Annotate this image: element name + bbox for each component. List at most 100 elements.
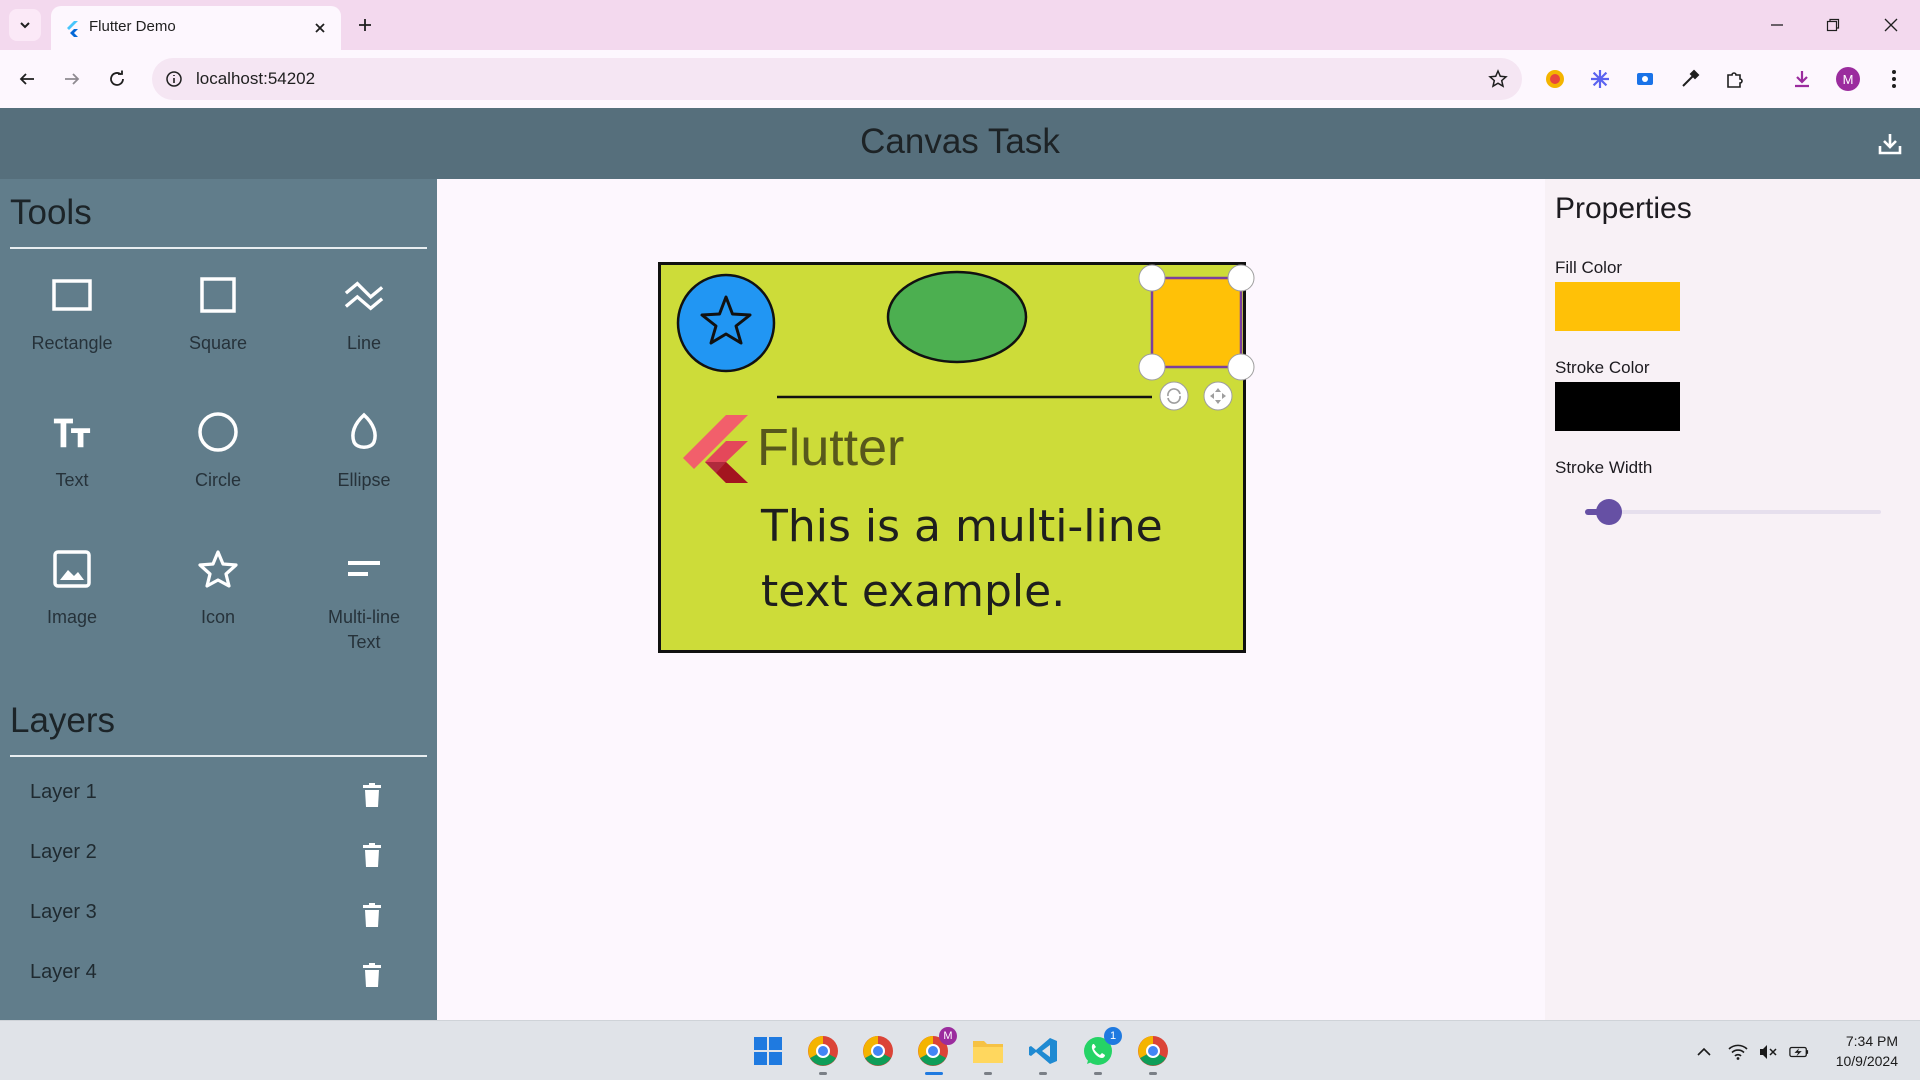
multiline-text-line-1[interactable]: This is a multi-line (761, 501, 1163, 552)
url-text[interactable]: localhost:54202 (196, 69, 315, 89)
address-bar[interactable]: localhost:54202 (152, 58, 1522, 100)
taskbar-chrome-3[interactable] (1135, 1033, 1171, 1069)
tool-label: Circle (194, 470, 241, 490)
drawing-canvas[interactable]: Flutter This is a multi-line text exampl… (658, 262, 1255, 653)
taskbar-chrome-active[interactable]: M (915, 1027, 957, 1069)
tool-text[interactable]: Text (12, 412, 132, 532)
layer-row[interactable]: Layer 2 (0, 825, 437, 885)
forward-button[interactable] (56, 63, 88, 95)
start-button[interactable] (750, 1033, 786, 1069)
tool-image[interactable]: Image (12, 549, 132, 669)
taskbar-chrome-1[interactable] (805, 1033, 841, 1069)
canvas-area[interactable]: Flutter This is a multi-line text exampl… (437, 179, 1545, 1020)
multiline-text-icon (344, 549, 384, 589)
tools-divider (10, 247, 427, 249)
layer-label: Layer 1 (30, 781, 97, 803)
tool-square[interactable]: Square (158, 275, 278, 395)
download-canvas-button[interactable] (1874, 128, 1906, 160)
volume-button[interactable] (1758, 1042, 1778, 1062)
wifi-button[interactable] (1728, 1042, 1748, 1062)
whatsapp-badge: 1 (1104, 1027, 1122, 1045)
selected-square-shape[interactable] (1150, 276, 1243, 369)
tool-circle[interactable]: Circle (158, 412, 278, 532)
close-window-button[interactable] (1868, 10, 1914, 40)
close-icon (315, 23, 325, 33)
system-clock[interactable]: 7:34 PM 10/9/2024 (1836, 1031, 1898, 1071)
minimize-button[interactable] (1754, 10, 1800, 40)
delete-layer-button[interactable] (358, 781, 386, 809)
bookmark-button[interactable] (1486, 67, 1510, 91)
tab-title: Flutter Demo (89, 18, 176, 35)
layer-label: Layer 2 (30, 841, 97, 863)
tab-search-button[interactable] (9, 9, 41, 41)
reload-button[interactable] (101, 63, 133, 95)
layer-row[interactable]: Layer 4 (0, 945, 437, 1005)
resize-handle-bottom-right[interactable] (1227, 353, 1255, 381)
ellipse-icon (344, 412, 384, 452)
tool-label: Ellipse (337, 470, 391, 490)
circle-shape[interactable] (676, 273, 776, 373)
move-handle[interactable] (1203, 381, 1233, 411)
extension-3-button[interactable] (1632, 66, 1658, 92)
circle-icon (198, 412, 238, 452)
taskbar-whatsapp[interactable]: 1 (1080, 1027, 1122, 1069)
flutter-logo-image[interactable] (683, 415, 748, 483)
layer-row[interactable]: Layer 3 (0, 885, 437, 945)
download-icon (1795, 71, 1809, 88)
stroke-width-slider-thumb[interactable] (1595, 499, 1622, 525)
vscode-icon (1029, 1038, 1057, 1064)
back-button[interactable] (11, 63, 43, 95)
stroke-width-slider-track[interactable] (1585, 510, 1881, 514)
stroke-color-swatch[interactable] (1555, 382, 1680, 431)
tool-multiline-text[interactable]: Multi-line Text (304, 549, 424, 669)
delete-layer-button[interactable] (358, 961, 386, 989)
tool-icon[interactable]: Icon (158, 549, 278, 669)
show-hidden-icons-button[interactable] (1694, 1042, 1714, 1062)
resize-handle-top-left[interactable] (1138, 264, 1166, 292)
ellipse-shape[interactable] (886, 270, 1028, 364)
resize-handle-top-right[interactable] (1227, 264, 1255, 292)
trash-icon (363, 903, 381, 927)
chevron-up-icon (1697, 1047, 1711, 1056)
taskbar-file-explorer[interactable] (970, 1033, 1006, 1069)
rotate-handle[interactable] (1159, 381, 1189, 411)
delete-layer-button[interactable] (358, 841, 386, 869)
site-info-button[interactable] (162, 67, 186, 91)
flutter-text[interactable]: Flutter (757, 418, 904, 478)
extension-4-button[interactable] (1677, 66, 1703, 92)
battery-button[interactable] (1789, 1042, 1809, 1062)
restore-icon (1826, 18, 1840, 32)
taskbar-vscode[interactable] (1025, 1033, 1061, 1069)
line-icon (344, 275, 384, 315)
tool-ellipse[interactable]: Ellipse (304, 412, 424, 532)
close-icon (1884, 18, 1898, 32)
fill-color-swatch[interactable] (1555, 282, 1680, 331)
delete-layer-button[interactable] (358, 901, 386, 929)
chrome-profile-badge: M (939, 1027, 957, 1045)
browser-tab[interactable]: Flutter Demo (51, 6, 341, 50)
extension-2-button[interactable] (1587, 66, 1613, 92)
rectangle-icon (52, 275, 92, 315)
tool-line[interactable]: Line (304, 275, 424, 395)
extension-1-button[interactable] (1542, 66, 1568, 92)
downloads-button[interactable] (1789, 66, 1815, 92)
chrome-icon (808, 1036, 838, 1066)
new-tab-button[interactable] (352, 12, 378, 38)
extensions-button[interactable] (1722, 66, 1748, 92)
browser-menu-button[interactable] (1881, 66, 1907, 92)
profile-avatar[interactable]: M (1836, 67, 1860, 91)
chrome-icon (1138, 1036, 1168, 1066)
resize-handle-bottom-left[interactable] (1138, 353, 1166, 381)
app-title: Canvas Task (860, 122, 1060, 161)
layer-row[interactable]: Layer 1 (0, 765, 437, 825)
restore-button[interactable] (1810, 10, 1856, 40)
tab-close-button[interactable] (309, 17, 331, 39)
multiline-text-line-2[interactable]: text example. (761, 566, 1065, 617)
tool-rectangle[interactable]: Rectangle (12, 275, 132, 395)
windows-taskbar: M 1 7:34 PM 10/9/2024 (0, 1020, 1920, 1080)
running-indicator (819, 1072, 827, 1075)
extension-colorful-icon (1546, 70, 1564, 88)
tool-label: Image (46, 607, 98, 627)
taskbar-chrome-2[interactable] (860, 1033, 896, 1069)
layer-label: Layer 4 (30, 961, 97, 983)
